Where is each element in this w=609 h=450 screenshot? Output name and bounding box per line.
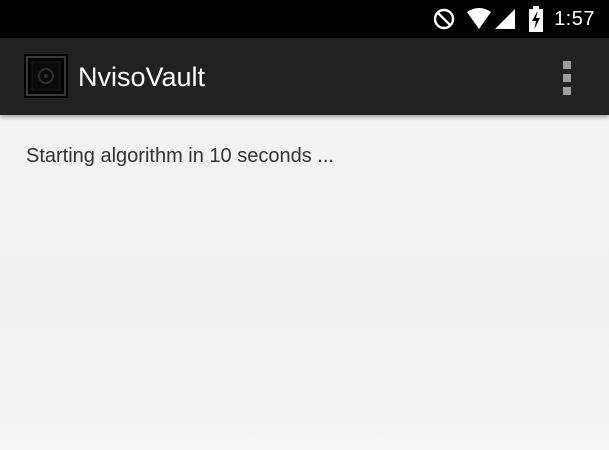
nviso-vault-app-icon: [24, 54, 68, 98]
status-bar: 1:57: [0, 0, 609, 38]
status-message: Starting algorithm in 10 seconds ...: [26, 145, 334, 167]
battery-charging-icon: [528, 6, 544, 32]
app-title: NvisoVault: [78, 62, 206, 92]
overflow-menu-icon[interactable]: [559, 58, 575, 98]
do-not-disturb-icon: [432, 7, 456, 31]
wifi-icon: [466, 8, 492, 30]
status-time: 1:57: [554, 7, 595, 30]
main-content: Starting algorithm in 10 seconds ...: [0, 115, 609, 450]
status-icons: 1:57: [432, 6, 595, 32]
app-bar: NvisoVault: [0, 38, 609, 115]
signal-icon: [494, 8, 516, 30]
